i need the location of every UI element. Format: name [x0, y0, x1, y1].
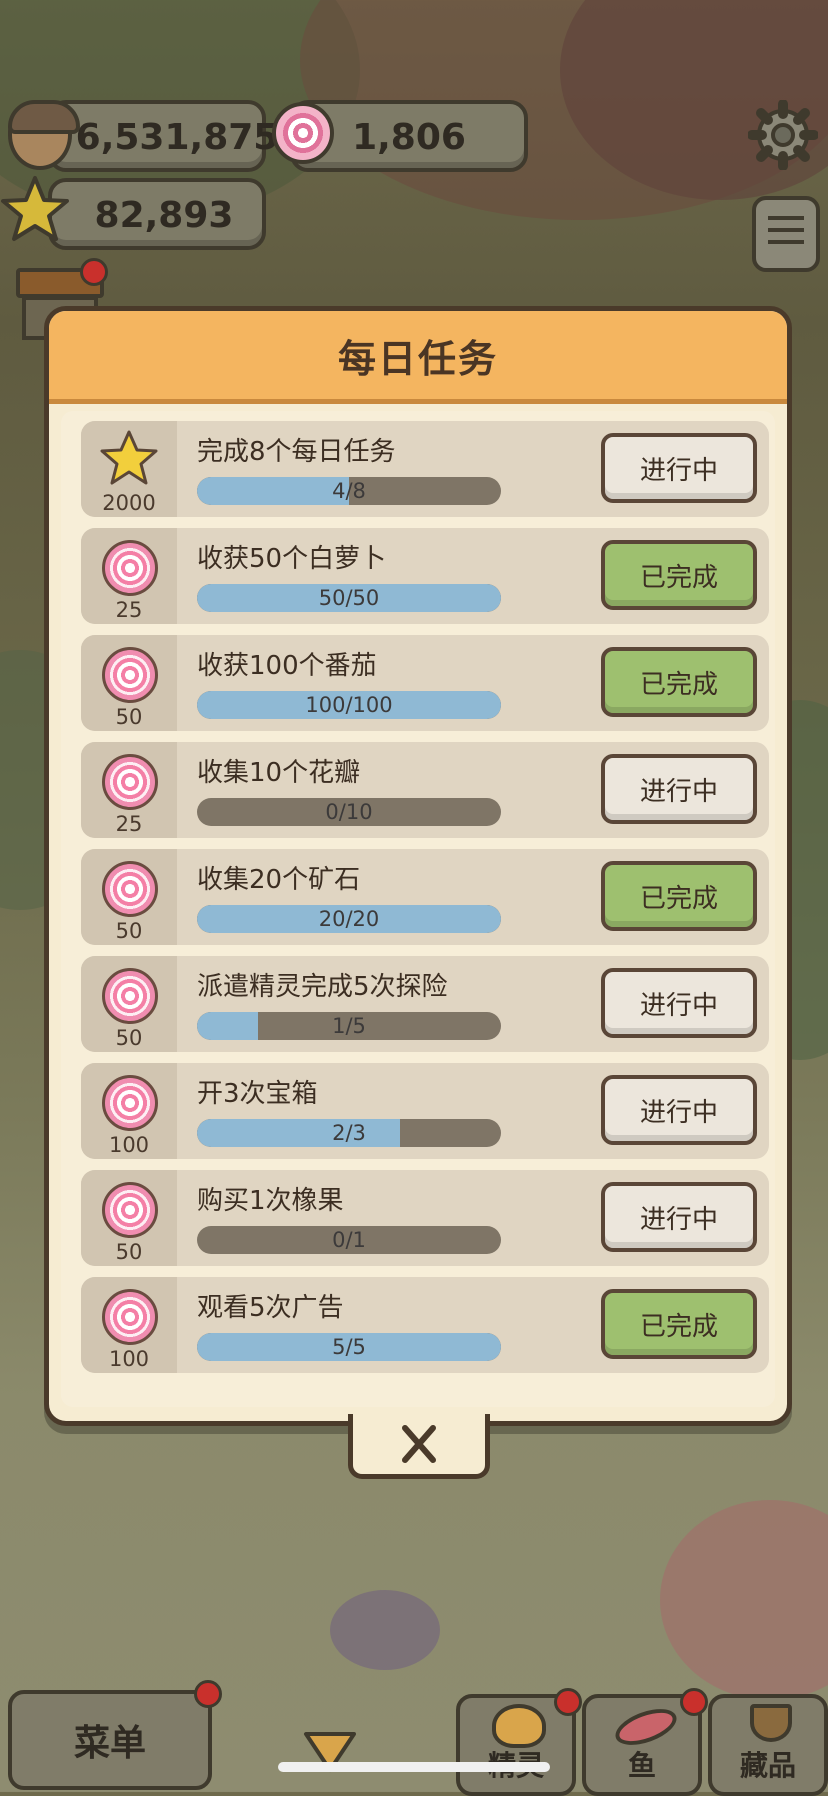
- reward-amount: 50: [115, 1026, 143, 1050]
- in-progress-button[interactable]: 进行中: [601, 433, 757, 503]
- reward-amount: 50: [115, 705, 143, 729]
- task-title: 购买1次橡果: [197, 1186, 344, 1216]
- reward-box: 50: [81, 956, 177, 1052]
- nav-sprites-button[interactable]: 精灵: [456, 1688, 582, 1796]
- sprite-cat-icon: [492, 1704, 546, 1748]
- reward-box: 25: [81, 742, 177, 838]
- progress-bar: 5/5: [197, 1333, 501, 1361]
- menu-button-label: 菜单: [73, 1723, 146, 1764]
- candy-icon: [102, 1075, 158, 1131]
- progress-text: 100/100: [305, 693, 393, 717]
- progress-text: 5/5: [332, 1335, 366, 1359]
- candy-icon: [102, 754, 158, 810]
- task-row: 50 收集20个矿石 20/20 已完成: [81, 849, 769, 945]
- progress-bar: 2/3: [197, 1119, 501, 1147]
- candy-icon: [102, 647, 158, 703]
- task-title: 完成8个每日任务: [197, 437, 396, 467]
- progress-text: 4/8: [332, 479, 366, 503]
- progress-text: 0/1: [332, 1228, 366, 1252]
- close-icon: [402, 1425, 436, 1463]
- progress-text: 2/3: [332, 1121, 366, 1145]
- acorn-count: 6,531,875: [75, 116, 279, 158]
- nav-collection-button[interactable]: 藏品: [708, 1694, 828, 1796]
- task-title: 收获50个白萝卜: [197, 544, 387, 574]
- home-indicator: [278, 1762, 550, 1772]
- task-row: 50 收获100个番茄 100/100 已完成: [81, 635, 769, 731]
- candy-icon: [102, 540, 158, 596]
- candy-icon: [102, 1289, 158, 1345]
- progress-text: 20/20: [318, 907, 380, 931]
- close-button[interactable]: [348, 1414, 490, 1479]
- modal-title: 每日任务: [337, 336, 498, 381]
- star-icon: [99, 429, 159, 487]
- reward-box: 2000: [81, 421, 177, 517]
- nav-fish-button[interactable]: 鱼: [582, 1688, 708, 1796]
- settings-gear-icon[interactable]: [747, 99, 819, 171]
- candy-icon: [102, 861, 158, 917]
- reward-amount: 50: [115, 1240, 143, 1264]
- task-title: 派遣精灵完成5次探险: [197, 972, 448, 1002]
- reward-amount: 2000: [102, 491, 156, 515]
- task-row: 50 购买1次橡果 0/1 进行中: [81, 1170, 769, 1266]
- daily-tasks-modal: 每日任务 2000 完成8个每日任务 4/8 进行中 25 收获50个白萝卜 50/50 已完…: [44, 306, 792, 1426]
- reward-box: 100: [81, 1063, 177, 1159]
- progress-text: 1/5: [332, 1014, 366, 1038]
- task-row: 50 派遣精灵完成5次探险 1/5 进行中: [81, 956, 769, 1052]
- reward-box: 50: [81, 849, 177, 945]
- in-progress-button[interactable]: 进行中: [601, 754, 757, 824]
- reward-amount: 25: [115, 812, 143, 836]
- in-progress-button[interactable]: 进行中: [601, 1075, 757, 1145]
- candy-count: 1,806: [352, 116, 466, 158]
- task-title: 收集10个花瓣: [197, 758, 361, 788]
- star-counter: 82,893: [48, 178, 266, 250]
- candy-icon: [102, 968, 158, 1024]
- reward-box: 100: [81, 1277, 177, 1373]
- completed-button[interactable]: 已完成: [601, 1289, 757, 1359]
- nav-fish-label: 鱼: [627, 1749, 656, 1782]
- task-list: 2000 完成8个每日任务 4/8 进行中 25 收获50个白萝卜 50/50 已完成 50 收获…: [61, 411, 775, 1407]
- task-title: 收集20个矿石: [197, 865, 361, 895]
- reward-box: 25: [81, 528, 177, 624]
- progress-bar: 4/8: [197, 477, 501, 505]
- progress-bar: 50/50: [197, 584, 501, 612]
- progress-bar: 0/1: [197, 1226, 501, 1254]
- star-count: 82,893: [94, 194, 234, 236]
- menu-button[interactable]: 菜单: [8, 1680, 222, 1790]
- task-title: 开3次宝箱: [197, 1079, 318, 1109]
- in-progress-button[interactable]: 进行中: [601, 1182, 757, 1252]
- star-icon: [0, 174, 70, 244]
- progress-bar: 100/100: [197, 691, 501, 719]
- trophy-icon: [750, 1704, 792, 1742]
- reward-amount: 100: [108, 1133, 150, 1157]
- candy-icon: [102, 1182, 158, 1238]
- acorn-icon: [8, 100, 80, 170]
- progress-bar: 1/5: [197, 1012, 501, 1040]
- task-row: 25 收获50个白萝卜 50/50 已完成: [81, 528, 769, 624]
- task-row: 100 开3次宝箱 2/3 进行中: [81, 1063, 769, 1159]
- task-row: 100 观看5次广告 5/5 已完成: [81, 1277, 769, 1373]
- task-row: 25 收集10个花瓣 0/10 进行中: [81, 742, 769, 838]
- progress-text: 50/50: [318, 586, 380, 610]
- modal-header: 每日任务: [49, 311, 787, 404]
- reward-box: 50: [81, 1170, 177, 1266]
- task-title: 观看5次广告: [197, 1293, 344, 1323]
- progress-bar: 20/20: [197, 905, 501, 933]
- progress-bar: 0/10: [197, 798, 501, 826]
- reward-box: 50: [81, 635, 177, 731]
- completed-button[interactable]: 已完成: [601, 861, 757, 931]
- in-progress-button[interactable]: 进行中: [601, 968, 757, 1038]
- task-row: 2000 完成8个每日任务 4/8 进行中: [81, 421, 769, 517]
- document-icon[interactable]: [752, 196, 820, 272]
- reward-amount: 25: [115, 598, 143, 622]
- completed-button[interactable]: 已完成: [601, 540, 757, 610]
- task-title: 收获100个番茄: [197, 651, 377, 681]
- progress-text: 0/10: [325, 800, 373, 824]
- reward-amount: 50: [115, 919, 143, 943]
- acorn-counter: 6,531,875: [48, 100, 278, 172]
- candy-icon: [272, 102, 334, 164]
- nav-collection-label: 藏品: [739, 1749, 796, 1782]
- reward-amount: 100: [108, 1347, 150, 1371]
- completed-button[interactable]: 已完成: [601, 647, 757, 717]
